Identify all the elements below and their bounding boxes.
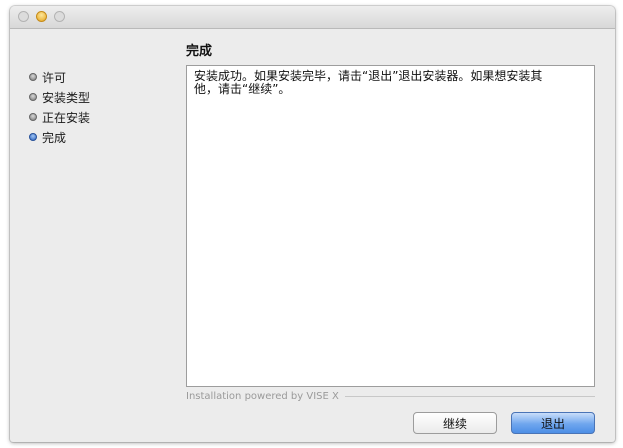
step-list: 许可 安装类型 正在安装 完成	[29, 67, 179, 147]
close-window-button[interactable]	[18, 11, 29, 22]
continue-button[interactable]: 继续	[413, 412, 497, 434]
quit-button[interactable]: 退出	[511, 412, 595, 434]
page-title: 完成	[186, 44, 213, 59]
bullet-icon	[29, 93, 37, 101]
footer-credit: Installation powered by VISE X	[186, 389, 595, 403]
step-item-installing: 正在安装	[29, 107, 179, 127]
bullet-icon	[29, 113, 37, 121]
active-bullet-icon	[29, 133, 37, 141]
message-text-box[interactable]: 安装成功。如果安装完毕，请击“退出”退出安装器。如果想安装其 他，请击“继续”。	[186, 65, 595, 387]
step-label: 安装类型	[42, 90, 91, 105]
powered-by-label: Installation powered by VISE X	[186, 390, 339, 402]
zoom-window-button[interactable]	[54, 11, 65, 22]
minimize-window-button[interactable]	[36, 11, 47, 22]
step-item-install-type: 安装类型	[29, 87, 179, 107]
message-line-2: 他，请击“继续”。	[194, 82, 291, 96]
step-label: 许可	[42, 70, 67, 85]
installer-window: 完成 许可 安装类型 正在安装 完成 安装成功。如果安装完毕，请击“退出”退出安…	[10, 6, 615, 442]
step-label: 完成	[42, 130, 67, 145]
footer-divider	[344, 395, 595, 397]
step-label: 正在安装	[42, 110, 91, 125]
step-item-finish: 完成	[29, 127, 179, 147]
step-item-license: 许可	[29, 67, 179, 87]
bullet-icon	[29, 73, 37, 81]
title-bar[interactable]	[10, 6, 615, 29]
